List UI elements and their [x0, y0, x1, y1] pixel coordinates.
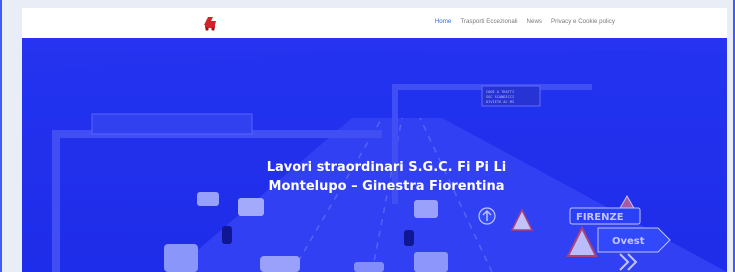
nav-item-privacy-cookie-policy[interactable]: Privacy e Cookie policy [551, 18, 615, 25]
hero-title: Lavori straordinari S.G.C. Fi Pi Li Mont… [22, 158, 727, 196]
hero-title-line-2: Montelupo – Ginestra Fiorentina [268, 179, 505, 194]
main-nav: Home Trasporti Eccezionali News Privacy … [435, 18, 615, 25]
nav-item-home[interactable]: Home [435, 18, 452, 25]
page: Home Trasporti Eccezionali News Privacy … [0, 0, 735, 272]
nav-item-news[interactable]: News [527, 18, 542, 25]
browser-frame: Home Trasporti Eccezionali News Privacy … [0, 0, 735, 272]
hero-title-line-1: Lavori straordinari S.G.C. Fi Pi Li [266, 160, 507, 175]
hero-banner: CODE A TRATTI SGC SCANDICCI DIVIETO AL M… [22, 38, 727, 272]
nav-item-trasporti-eccezionali[interactable]: Trasporti Eccezionali [460, 18, 517, 25]
site-header: Home Trasporti Eccezionali News Privacy … [22, 8, 727, 38]
hero-background-image: CODE A TRATTI SGC SCANDICCI DIVIETO AL M… [22, 38, 727, 272]
site-logo-icon[interactable] [202, 14, 218, 32]
